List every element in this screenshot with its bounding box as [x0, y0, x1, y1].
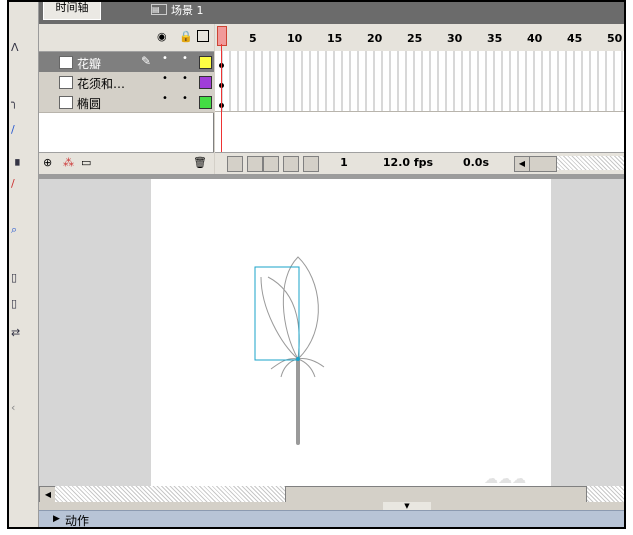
add-guide-layer-icon[interactable]: ⁂ — [63, 156, 74, 169]
tools-panel: ᐱ ╮ / ▗ / ⌕ ▯ ▯ ⇄ ‹ — [9, 2, 39, 527]
visibility-dot[interactable]: • — [162, 93, 168, 104]
timeline-frames: 1 5 10 15 20 25 30 35 40 45 50 1 12.0 f — [215, 24, 624, 174]
elapsed-time: 0.0s — [462, 156, 490, 169]
collapse-arrow-icon[interactable]: ‹ — [11, 402, 15, 414]
flower-drawing — [254, 256, 325, 445]
ruler-label: 30 — [447, 32, 463, 45]
lock-icon[interactable]: 🔒 — [179, 31, 193, 43]
layer-panel: ◉ 🔒 花瓣 ✎ • • 花须和… • • 椭圆 • • ⊕ ⁂ ▭ 🗑 — [39, 24, 214, 175]
visibility-dot[interactable]: • — [162, 53, 168, 64]
stamen-stroke[interactable] — [280, 358, 299, 378]
add-folder-icon[interactable]: ▭ — [81, 156, 91, 169]
layer-row[interactable]: 花瓣 ✎ • • — [39, 52, 214, 73]
pencil-icon: ✎ — [141, 54, 152, 68]
layer-color-swatch[interactable] — [199, 76, 212, 89]
ruler-label: 25 — [407, 32, 423, 45]
stamen-stroke[interactable] — [297, 358, 316, 378]
layer-name: 花须和… — [77, 77, 126, 91]
timeline-scroll-track[interactable] — [557, 156, 624, 170]
pencil-tool-icon[interactable]: / — [11, 124, 15, 136]
ink-bottle-tool-icon[interactable]: ▗ — [11, 154, 19, 166]
lock-dot[interactable]: • — [182, 53, 188, 64]
layer-row[interactable]: 花须和… • • — [39, 72, 214, 93]
ruler-label: 15 — [327, 32, 343, 45]
modify-onion-markers-icon[interactable] — [303, 156, 319, 172]
layer-icon — [59, 76, 73, 89]
lasso-tool-icon[interactable]: ᐱ — [11, 42, 19, 54]
timeline-scroll-thumb[interactable] — [529, 156, 557, 172]
collapse-arrow-icon[interactable]: ▼ — [383, 502, 431, 510]
onion-skin-icon[interactable] — [247, 156, 263, 172]
visibility-dot[interactable]: • — [162, 73, 168, 84]
actions-label: 动作 — [65, 514, 90, 528]
trash-icon[interactable]: 🗑 — [193, 156, 207, 169]
center-frame-icon[interactable] — [227, 156, 243, 172]
ruler-label: 50 — [607, 32, 623, 45]
actions-resize-handle[interactable]: ▼ — [39, 502, 624, 510]
eye-icon[interactable]: ◉ — [157, 31, 167, 43]
layer-row[interactable]: 椭圆 • • — [39, 92, 214, 113]
pen-tool-icon[interactable]: ╮ — [11, 97, 18, 109]
lock-dot[interactable]: • — [182, 93, 188, 104]
ruler-label: 40 — [527, 32, 543, 45]
stage[interactable] — [151, 179, 551, 486]
eraser-tool-icon[interactable]: / — [11, 178, 15, 190]
scene-icon: ▤ — [151, 4, 167, 15]
frame-rate[interactable]: 12.0 fps — [373, 155, 443, 171]
lock-dot[interactable]: • — [182, 73, 188, 84]
layer-name: 椭圆 — [77, 97, 102, 111]
petal-stroke[interactable] — [267, 276, 300, 360]
expand-arrow-icon[interactable]: ▶ — [53, 514, 60, 524]
ruler-label: 45 — [567, 32, 583, 45]
ruler-label: 20 — [367, 32, 383, 45]
stage-area: ☁☁☁ — [39, 179, 624, 486]
petal-shape[interactable] — [282, 256, 319, 360]
timeline-status-bar: 1 12.0 fps 0.0s ◀ — [215, 152, 624, 174]
fill-color-icon[interactable]: ▯ — [11, 298, 17, 310]
frame-ruler: 1 5 10 15 20 25 30 35 40 45 50 — [215, 24, 624, 52]
add-layer-icon[interactable]: ⊕ — [43, 156, 52, 169]
tab-bar: 时间轴 ▤ 场景 1 — [39, 2, 624, 24]
edit-multiple-frames-icon[interactable] — [283, 156, 299, 172]
stroke-color-icon[interactable]: ▯ — [11, 272, 17, 284]
ruler-label: 10 — [287, 32, 303, 45]
tab-timeline[interactable]: 时间轴 — [43, 2, 101, 20]
selection-box[interactable] — [254, 266, 300, 361]
playhead[interactable] — [217, 26, 227, 46]
layer-color-swatch[interactable] — [199, 96, 212, 109]
swap-colors-icon[interactable]: ⇄ — [11, 327, 20, 339]
watermark-icon: ☁☁☁ — [484, 471, 526, 486]
registration-point — [296, 357, 300, 361]
layer-icon — [59, 96, 73, 109]
current-frame: 1 — [340, 156, 348, 169]
layer-footer: ⊕ ⁂ ▭ 🗑 — [39, 152, 214, 175]
layer-icon — [59, 56, 73, 69]
frame-row[interactable] — [215, 91, 624, 112]
actions-panel-header[interactable]: ▶ 动作 — [39, 510, 624, 527]
scene-label[interactable]: 场景 1 — [171, 2, 204, 18]
ruler-label: 5 — [249, 32, 257, 45]
outline-icon[interactable] — [197, 30, 209, 42]
scroll-left-icon[interactable]: ◀ — [514, 156, 530, 172]
layer-header: ◉ 🔒 — [39, 24, 214, 52]
layer-color-swatch[interactable] — [199, 56, 212, 69]
frame-row[interactable] — [215, 71, 624, 92]
stamen-stroke[interactable] — [297, 358, 325, 368]
onion-skin-outlines-icon[interactable] — [263, 156, 279, 172]
stage-scrollbar[interactable]: ◀ — [39, 486, 624, 504]
ruler-label: 35 — [487, 32, 503, 45]
layer-name: 花瓣 — [77, 57, 102, 71]
flash-window: ᐱ ╮ / ▗ / ⌕ ▯ ▯ ⇄ ‹ 时间轴 ▤ 场景 1 ◉ 🔒 花瓣 ✎ … — [7, 0, 626, 529]
frame-row[interactable] — [215, 51, 624, 72]
zoom-tool-icon[interactable]: ⌕ — [11, 224, 17, 236]
frame-grid[interactable] — [215, 51, 624, 112]
